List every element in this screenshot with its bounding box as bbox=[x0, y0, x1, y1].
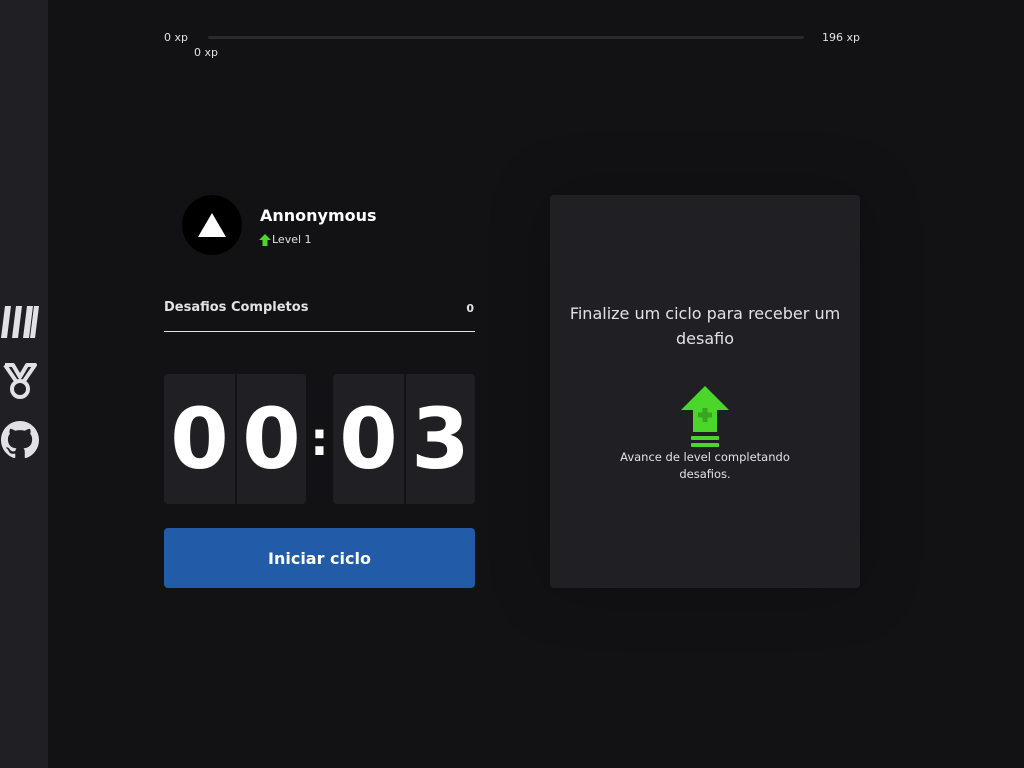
xp-max-label: 196 xp bbox=[822, 31, 860, 44]
profile-level-label: Level 1 bbox=[272, 233, 312, 246]
challenge-description: Avance de level completando desafios. bbox=[620, 450, 790, 481]
profile-level: Level 1 bbox=[259, 233, 312, 246]
seconds-ones-digit: 3 bbox=[404, 374, 475, 504]
countdown: 0 0 : 0 3 bbox=[164, 374, 475, 504]
xp-current-label: 0 xp bbox=[194, 46, 218, 59]
profile-name: Annonymous bbox=[260, 206, 377, 225]
completed-challenges: Desafios Completos 0 bbox=[164, 300, 475, 332]
countdown-separator: : bbox=[310, 412, 329, 466]
challenge-title: Finalize um ciclo para receber um desafi… bbox=[569, 304, 841, 348]
seconds-tens-digit: 0 bbox=[333, 374, 404, 504]
triangle-icon bbox=[198, 213, 226, 237]
countdown-seconds: 0 3 bbox=[333, 374, 475, 504]
start-cycle-button[interactable]: Iniciar ciclo bbox=[164, 528, 475, 588]
xp-progress-bar bbox=[208, 36, 804, 39]
level-up-small-icon bbox=[259, 233, 271, 246]
completed-challenges-count: 0 bbox=[466, 302, 474, 315]
minutes-tens-digit: 0 bbox=[164, 374, 235, 504]
medal-icon[interactable] bbox=[0, 362, 40, 402]
xp-min-label: 0 xp bbox=[164, 31, 188, 44]
challenge-box: Finalize um ciclo para receber um desafi… bbox=[550, 195, 860, 588]
completed-challenges-label: Desafios Completos bbox=[164, 300, 309, 315]
logo-icon[interactable] bbox=[0, 302, 40, 342]
avatar bbox=[182, 195, 242, 255]
sidebar bbox=[0, 0, 48, 768]
level-up-icon bbox=[681, 386, 729, 447]
github-icon[interactable] bbox=[0, 420, 40, 460]
minutes-ones-digit: 0 bbox=[235, 374, 306, 504]
countdown-minutes: 0 0 bbox=[164, 374, 306, 504]
